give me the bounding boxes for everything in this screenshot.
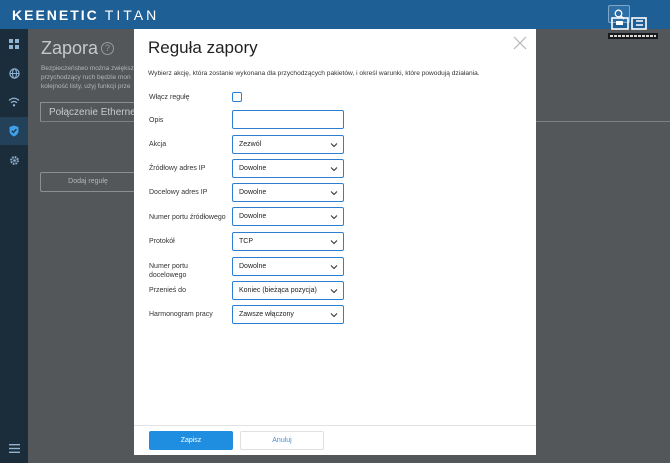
move-to-select[interactable]: Koniec (bieżąca pozycja) [232,281,344,300]
shield-icon [9,125,19,137]
schedule-value: Zawsze włączony [239,311,294,318]
source-port-label: Numer portu źródłowego [149,214,226,221]
wifi-icon [8,97,20,107]
dest-ip-value: Dowolne [239,189,267,196]
sidebar-item-security[interactable] [0,117,28,145]
chevron-down-icon [330,143,338,148]
model-name: TITAN [104,7,160,23]
dest-port-label: Numer portu docelowego [149,263,188,279]
hamburger-menu-icon [8,443,20,453]
dest-ip-select[interactable]: Dowolne [232,183,344,202]
source-ip-select[interactable]: Dowolne [232,159,344,178]
footer-divider [134,425,536,426]
protocol-select[interactable]: TCP [232,232,344,251]
tab-ethernet-connection[interactable]: Połączenie Ethernet [40,102,135,122]
protocol-label: Protokół [149,238,175,245]
source-port-select[interactable]: Dowolne [232,207,344,226]
chevron-down-icon [330,215,338,220]
dest-port-value: Dowolne [239,263,267,270]
page-title: Zapora [41,38,99,58]
move-to-label: Przenieś do [149,287,186,294]
source-port-value: Dowolne [239,213,267,220]
schedule-select[interactable]: Zawsze włączony [232,305,344,324]
sidebar [0,29,28,463]
move-to-value: Koniec (bieżąca pozycja) [239,287,317,294]
enable-rule-checkbox[interactable] [232,92,242,102]
chevron-down-icon [330,289,338,294]
brand-logo: KEENETIC TITAN [12,7,159,23]
chevron-down-icon [330,265,338,270]
dialog-description: Wybierz akcję, która zostanie wykonana d… [148,70,480,77]
sidebar-item-dashboard[interactable] [0,30,28,58]
chevron-down-icon [330,191,338,196]
schedule-label: Harmonogram pracy [149,311,213,318]
top-bar: KEENETIC TITAN [0,0,670,29]
sidebar-item-internet[interactable] [0,59,28,87]
dest-port-select[interactable]: Dowolne [232,257,344,276]
chevron-down-icon [330,313,338,318]
save-button[interactable]: Zapisz [149,431,233,450]
firewall-rule-dialog: Reguła zapory Wybierz akcję, która zosta… [134,29,536,455]
sidebar-item-wifi[interactable] [0,88,28,116]
source-ip-label: Źródłowy adres IP [149,165,206,172]
help-icon[interactable]: ? [101,42,114,55]
add-rule-button[interactable]: Dodaj regułę [40,172,136,192]
sidebar-item-settings[interactable] [0,146,28,174]
dashboard-icon [9,39,19,49]
cancel-button[interactable]: Anuluj [240,431,324,450]
dialog-title: Reguła zapory [148,38,258,57]
brand-name: KEENETIC [12,7,99,23]
description-input[interactable] [232,110,344,129]
watermark-logo [608,17,658,39]
source-ip-value: Dowolne [239,165,267,172]
description-label: Opis [149,117,164,124]
page-description: Bezpieczeństwo można zwiększ przychodząc… [41,65,134,90]
action-select[interactable]: Zezwól [232,135,344,154]
sidebar-menu-button[interactable] [0,434,28,462]
globe-icon [8,67,20,79]
action-value: Zezwól [239,141,262,148]
action-label: Akcja [149,141,167,148]
gear-icon [9,155,19,165]
protocol-value: TCP [239,238,253,245]
enable-rule-label: Włącz regułę [149,94,190,101]
close-icon[interactable] [513,36,527,50]
chevron-down-icon [330,240,338,245]
dest-ip-label: Docelowy adres IP [149,189,208,196]
chevron-down-icon [330,167,338,172]
